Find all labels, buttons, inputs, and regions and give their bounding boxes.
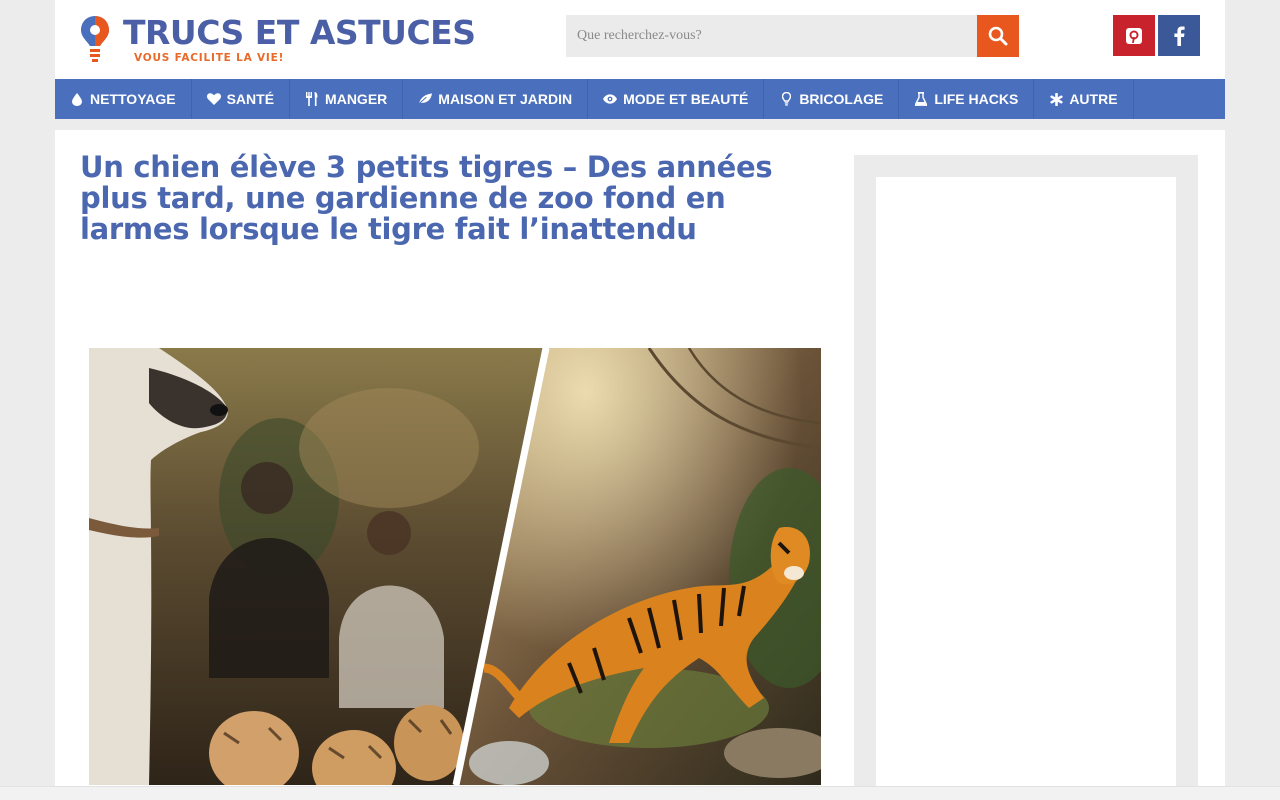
facebook-icon [1174, 26, 1185, 46]
nav-label: MAISON ET JARDIN [438, 91, 573, 107]
nav-label: NETTOYAGE [90, 91, 176, 107]
search-form [566, 15, 1019, 57]
asterisk-icon [1049, 92, 1063, 106]
leaf-icon [418, 92, 433, 106]
bottom-bar [0, 786, 1280, 800]
logo-title: TRUCS ET ASTUCES [123, 13, 476, 52]
nav-item-manger[interactable]: MANGER [290, 79, 404, 119]
logo-tagline: VOUS FACILITE LA VIE! [134, 52, 285, 64]
nav-item-life-hacks[interactable]: LIFE HACKS [899, 79, 1035, 119]
search-button[interactable] [977, 15, 1019, 57]
pinterest-button[interactable] [1113, 15, 1155, 56]
nav-item-nettoyage[interactable]: NETTOYAGE [55, 79, 192, 119]
sidebar-ad-slot [876, 177, 1176, 800]
article-title: Un chien élève 3 petits tigres – Des ann… [80, 150, 773, 246]
main-content: Un chien élève 3 petits tigres – Des ann… [55, 130, 1225, 800]
nav-item-autre[interactable]: AUTRE [1034, 79, 1134, 119]
pinterest-icon [1126, 27, 1142, 44]
lightbulb-logo-icon [81, 16, 109, 62]
nav-label: LIFE HACKS [934, 91, 1019, 107]
article-hero-image[interactable] [89, 348, 821, 785]
drop-icon [70, 92, 84, 106]
nav-item-bricolage[interactable]: BRICOLAGE [764, 79, 900, 119]
nav-item-mode-beaute[interactable]: MODE ET BEAUTÉ [588, 79, 765, 119]
nav-label: MODE ET BEAUTÉ [623, 91, 749, 107]
lightbulb-icon [779, 92, 793, 106]
nav-item-maison-jardin[interactable]: MAISON ET JARDIN [403, 79, 589, 119]
heart-icon [206, 92, 221, 106]
nav-label: SANTÉ [226, 91, 275, 107]
nav-label: BRICOLAGE [799, 91, 884, 107]
search-input[interactable] [566, 15, 977, 57]
utensils-icon [305, 92, 319, 106]
nav-label: MANGER [325, 91, 388, 107]
eye-icon [603, 92, 618, 106]
nav-label: AUTRE [1069, 91, 1118, 107]
search-icon [988, 26, 1008, 46]
main-nav: NETTOYAGE SANTÉ MANGER MAISON ET JARDIN … [55, 79, 1225, 119]
site-header: TRUCS ET ASTUCES VOUS FACILITE LA VIE! [55, 0, 1225, 79]
nav-item-sante[interactable]: SANTÉ [192, 79, 291, 119]
page: TRUCS ET ASTUCES VOUS FACILITE LA VIE! Q… [55, 0, 1225, 800]
sidebar [854, 155, 1198, 800]
flask-icon [914, 92, 928, 106]
facebook-button[interactable] [1158, 15, 1200, 56]
